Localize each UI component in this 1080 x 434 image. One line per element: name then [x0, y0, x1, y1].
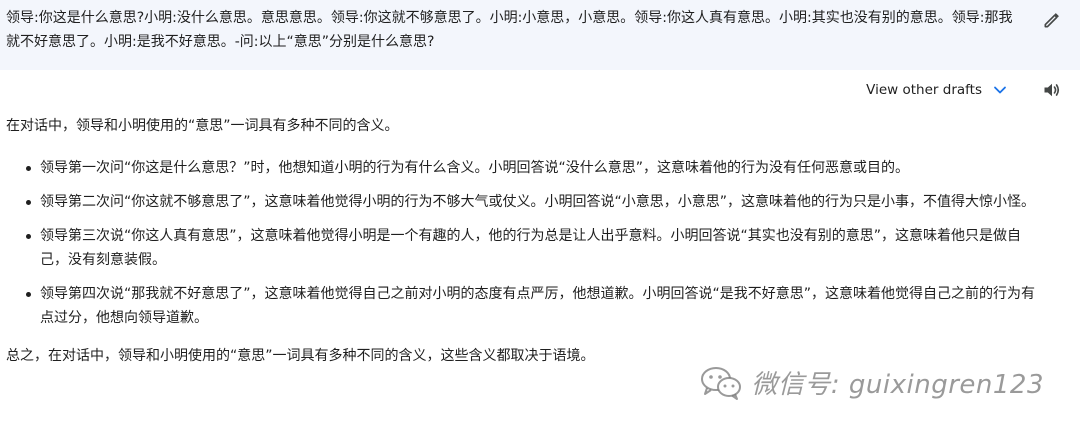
- view-other-drafts-button[interactable]: View other drafts: [866, 82, 1008, 98]
- chevron-down-icon: [994, 86, 1006, 94]
- list-item: 领导第三次说“你这人真有意思”，这意味着他觉得小明是一个有趣的人，他的行为总是让…: [26, 224, 1046, 272]
- watermark-text: 微信号: guixingren123: [751, 370, 1044, 400]
- list-item: 领导第二次问“你这就不够意思了”，这意味着他觉得小明的行为不够大气或仗义。小明回…: [26, 190, 1046, 214]
- edit-prompt-button[interactable]: [1040, 8, 1064, 32]
- list-item: 领导第四次说“那我就不好意思了”，这意味着他觉得自己之前对小明的态度有点严厉，他…: [26, 282, 1046, 330]
- response-intro: 在对话中，领导和小明使用的“意思”一词具有多种不同的含义。: [6, 118, 399, 134]
- read-aloud-button[interactable]: [1040, 78, 1064, 102]
- chat-response-view: 领导:你这是什么意思?小明:没什么意思。意思意思。领导:你这就不够意思了。小明:…: [0, 0, 1080, 434]
- wechat-watermark: 微信号: guixingren123: [699, 364, 1044, 401]
- response-bullet-list: 领导第一次问“你这是什么意思？”时，他想知道小明的行为有什么含义。小明回答说“没…: [6, 156, 1046, 330]
- view-other-drafts-label: View other drafts: [866, 82, 982, 98]
- speaker-icon: [1044, 83, 1060, 97]
- model-response: 在对话中，领导和小明使用的“意思”一词具有多种不同的含义。 领导第一次问“你这是…: [6, 114, 1046, 368]
- list-item: 领导第一次问“你这是什么意思？”时，他想知道小明的行为有什么含义。小明回答说“没…: [26, 156, 1046, 180]
- response-toolbar: View other drafts: [866, 76, 1064, 104]
- pencil-icon: [1044, 13, 1059, 28]
- user-prompt-text: 领导:你这是什么意思?小明:没什么意思。意思意思。领导:你这就不够意思了。小明:…: [6, 10, 1013, 50]
- user-prompt-bar: 领导:你这是什么意思?小明:没什么意思。意思意思。领导:你这就不够意思了。小明:…: [0, 0, 1080, 70]
- wechat-icon: [701, 366, 742, 400]
